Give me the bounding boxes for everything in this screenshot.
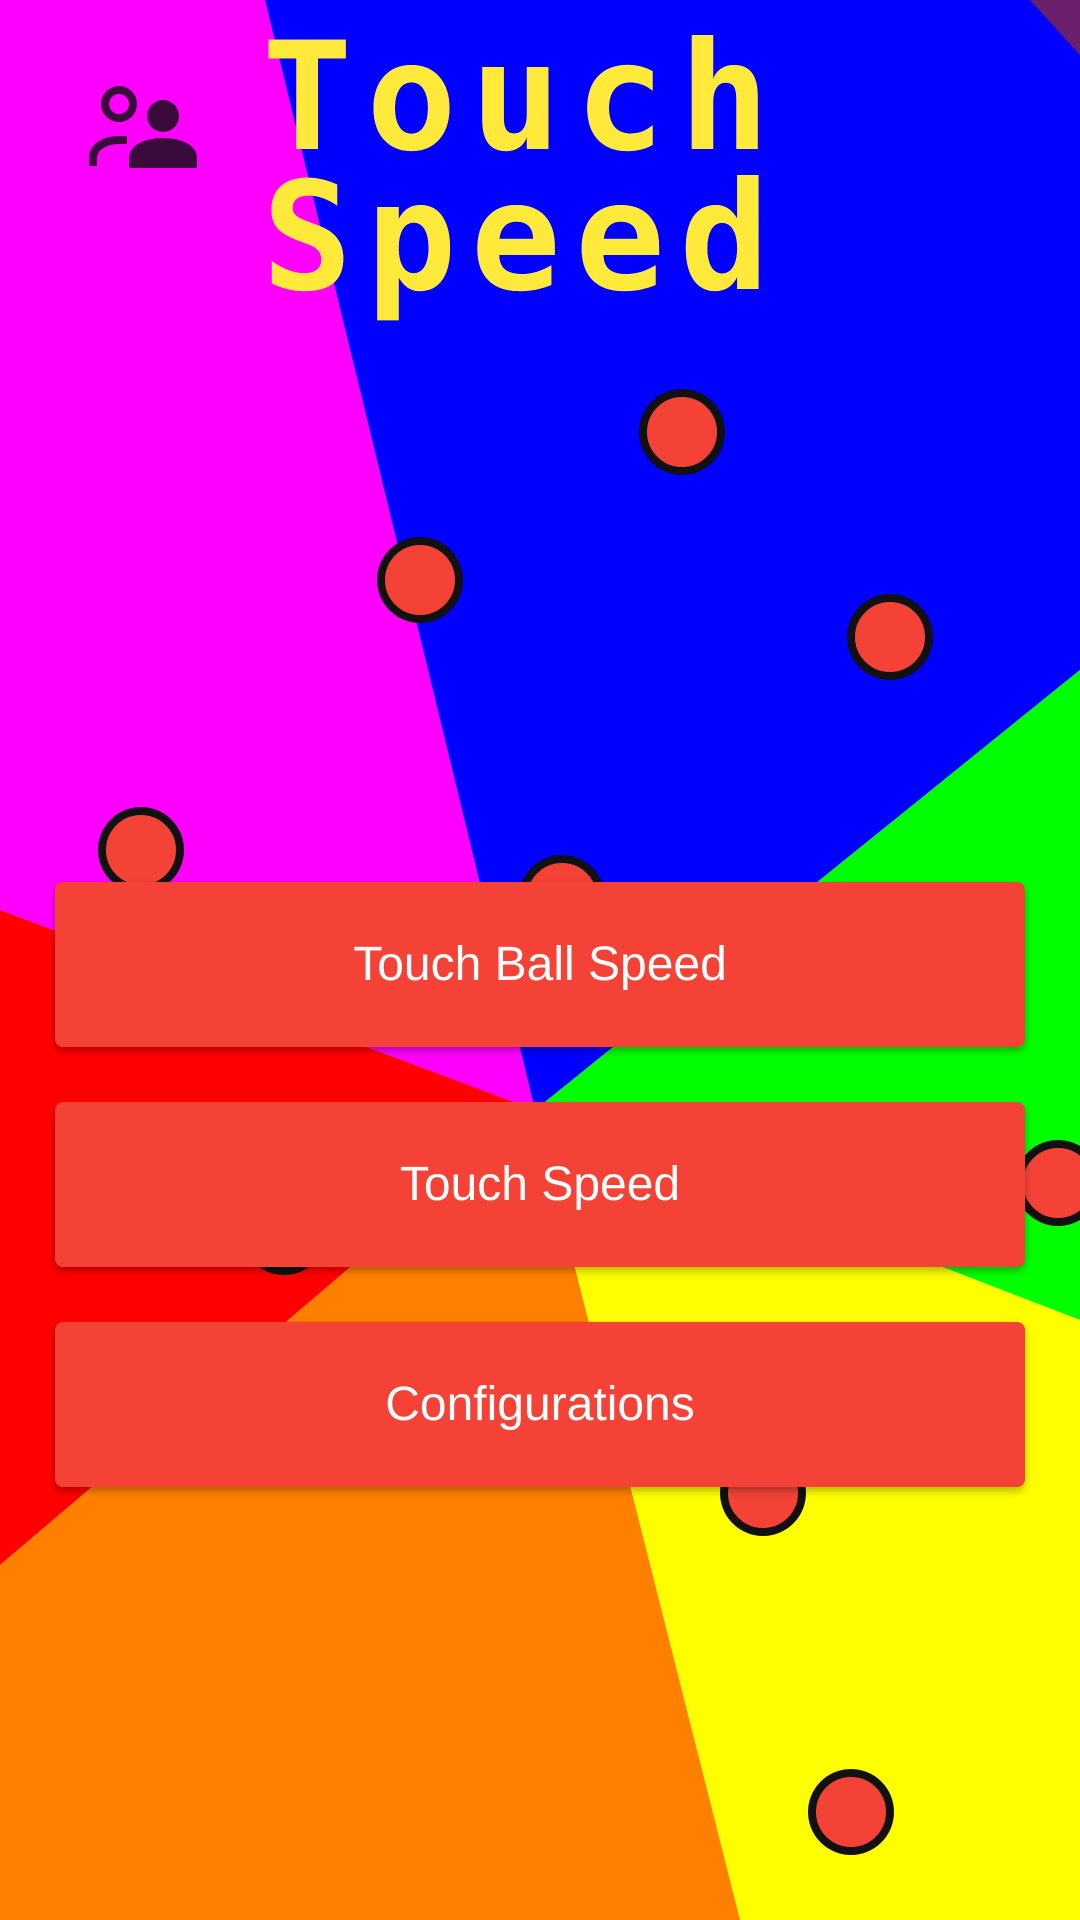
game-screen: Touch Speed Touch Ball Speed Touch Speed… bbox=[0, 0, 1080, 1920]
people-group-icon bbox=[89, 86, 197, 168]
players-button[interactable] bbox=[78, 78, 210, 174]
ball bbox=[98, 807, 184, 893]
touch-ball-speed-label: Touch Ball Speed bbox=[353, 938, 727, 991]
app-title: Touch Speed bbox=[262, 11, 784, 325]
configurations-button[interactable]: Configurations bbox=[55, 1322, 1025, 1487]
ball bbox=[847, 594, 933, 680]
configurations-label: Configurations bbox=[385, 1378, 695, 1431]
ball bbox=[808, 1769, 894, 1855]
touch-speed-label: Touch Speed bbox=[399, 1158, 681, 1211]
ball bbox=[1015, 1140, 1080, 1226]
corner-fragment bbox=[1030, 0, 1080, 55]
ball bbox=[639, 389, 725, 475]
ball bbox=[377, 537, 463, 623]
touch-ball-speed-button[interactable]: Touch Ball Speed bbox=[55, 882, 1025, 1047]
main-menu: Touch Ball Speed Touch Speed Configurati… bbox=[55, 882, 1025, 1542]
touch-speed-button[interactable]: Touch Speed bbox=[55, 1102, 1025, 1267]
